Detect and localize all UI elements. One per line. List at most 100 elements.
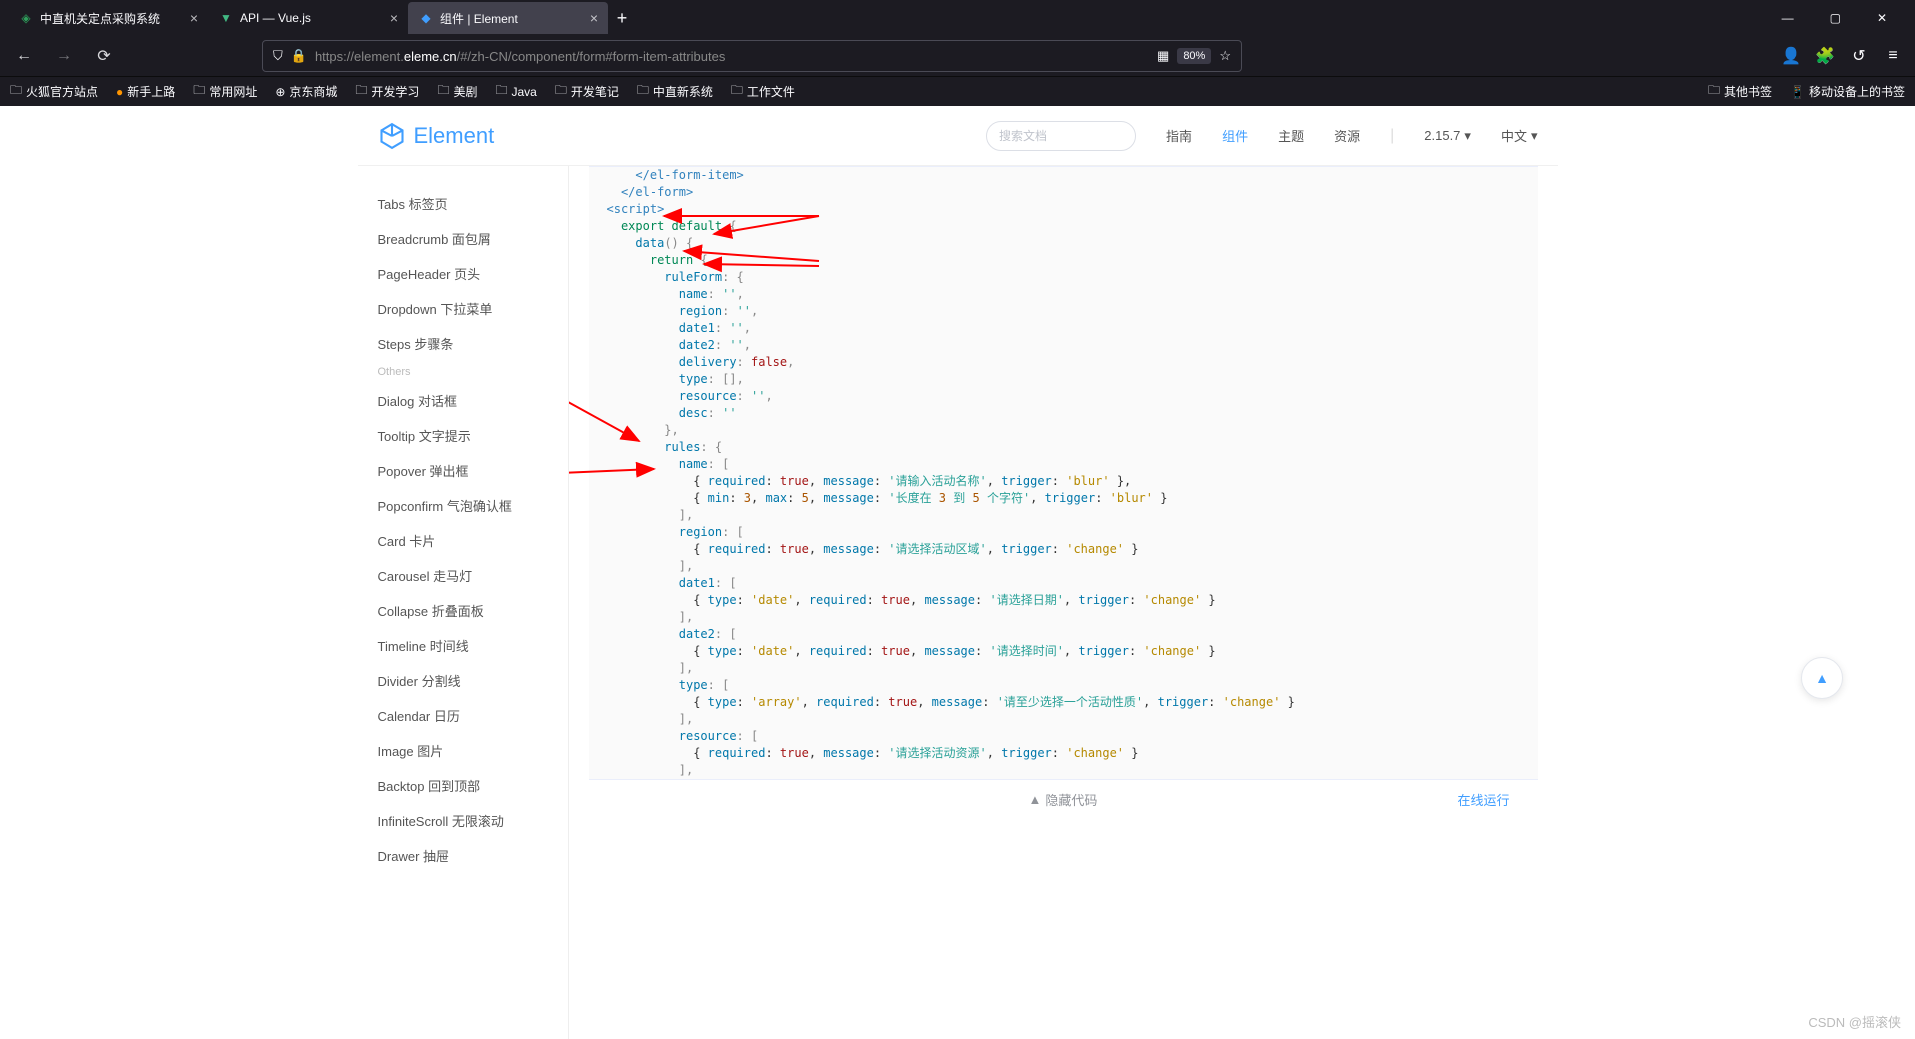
back-to-top-button[interactable]: ▲ [1801, 657, 1843, 699]
chevron-down-icon: ▾ [1464, 128, 1471, 144]
tab-0[interactable]: ◈ 中直机关定点采购系统 × [8, 2, 208, 34]
tab-favicon-0: ◈ [18, 10, 34, 26]
bookmark-item[interactable]: 🗀开发笔记 [555, 81, 619, 102]
nav-resource[interactable]: 资源 [1334, 126, 1360, 145]
caret-up-icon: ▲ [1029, 792, 1042, 807]
nav-guide[interactable]: 指南 [1166, 126, 1192, 145]
sidebar-item[interactable]: Carousel 走马灯 [358, 558, 568, 593]
caret-up-icon: ▲ [1815, 670, 1829, 686]
shield-icon: ⛉ [273, 48, 283, 64]
code-block: </el-form-item> </el-form> <script> expo… [589, 166, 1538, 779]
sidebar-item[interactable]: InfiniteScroll 无限滚动 [358, 803, 568, 838]
maximize-button[interactable]: ▢ [1822, 7, 1849, 29]
sidebar-group-label: Others [358, 361, 568, 383]
nav-theme[interactable]: 主题 [1278, 126, 1304, 145]
zoom-badge[interactable]: 80% [1177, 48, 1211, 64]
bookmark-item[interactable]: 🗀开发学习 [355, 81, 419, 102]
hide-code-button[interactable]: ▲ 隐藏代码 [1029, 790, 1098, 809]
extensions-icon[interactable]: 🧩 [1813, 44, 1837, 68]
sidebar-item[interactable]: Dropdown 下拉菜单 [358, 291, 568, 326]
watermark: CSDN @摇滚侠 [1808, 1012, 1901, 1031]
tabs-bar: ◈ 中直机关定点采购系统 × ▼ API — Vue.js × ◆ 组件 | E… [0, 0, 1915, 36]
bookmark-item[interactable]: 🗀Java [495, 81, 536, 102]
firefox-icon: ● [116, 85, 123, 99]
bookmark-item[interactable]: 🗀其他书签 [1708, 81, 1772, 102]
reload-button[interactable]: ⟳ [90, 42, 118, 70]
bookmark-item[interactable]: 🗀火狐官方站点 [10, 81, 98, 102]
tab-title: 中直机关定点采购系统 [40, 10, 184, 27]
folder-icon: 🗀 [193, 81, 205, 102]
close-icon[interactable]: × [190, 10, 198, 26]
folder-icon: 🗀 [555, 81, 567, 102]
run-online-button[interactable]: 在线运行 [1457, 790, 1509, 809]
nav-component[interactable]: 组件 [1222, 126, 1248, 145]
sidebar-item[interactable]: Steps 步骤条 [358, 326, 568, 361]
sidebar-item[interactable]: Popconfirm 气泡确认框 [358, 488, 568, 523]
folder-icon: 🗀 [437, 81, 449, 102]
sidebar-item[interactable]: Popover 弹出框 [358, 453, 568, 488]
globe-icon: ⊕ [275, 85, 285, 99]
forward-button[interactable]: → [50, 42, 78, 70]
address-bar: ← → ⟳ ⛉ 🔒 https://element.eleme.cn/#/zh-… [0, 36, 1915, 76]
sidebar-item[interactable]: Calendar 日历 [358, 698, 568, 733]
tab-favicon-1: ▼ [218, 10, 234, 26]
close-icon[interactable]: × [590, 10, 598, 26]
sidebar-item[interactable]: Timeline 时间线 [358, 628, 568, 663]
new-tab-button[interactable]: + [608, 4, 636, 32]
folder-icon: 🗀 [355, 81, 367, 102]
account-icon[interactable]: 👤 [1779, 44, 1803, 68]
version-dropdown[interactable]: 2.15.7▾ [1424, 128, 1471, 144]
tab-1[interactable]: ▼ API — Vue.js × [208, 2, 408, 34]
code-footer: ▲ 隐藏代码 在线运行 [589, 779, 1538, 819]
close-icon[interactable]: × [390, 10, 398, 26]
logo-text: Element [414, 123, 495, 149]
sidebar-item[interactable]: Backtop 回到顶部 [358, 768, 568, 803]
element-logo[interactable]: Element [378, 122, 495, 150]
sidebar-item[interactable]: Tooltip 文字提示 [358, 418, 568, 453]
tab-title: API — Vue.js [240, 11, 384, 25]
app-menu-icon[interactable]: ≡ [1881, 44, 1905, 68]
folder-icon: 🗀 [731, 81, 743, 102]
tab-title: 组件 | Element [440, 10, 584, 27]
sidebar-item[interactable]: Breadcrumb 面包屑 [358, 221, 568, 256]
tab-favicon-2: ◆ [418, 10, 434, 26]
chevron-down-icon: ▾ [1531, 128, 1538, 144]
search-input[interactable]: 搜索文档 [986, 121, 1136, 151]
folder-icon: 🗀 [637, 81, 649, 102]
sidebar-item[interactable]: Image 图片 [358, 733, 568, 768]
sidebar-item[interactable]: Dialog 对话框 [358, 383, 568, 418]
browser-chrome: ◈ 中直机关定点采购系统 × ▼ API — Vue.js × ◆ 组件 | E… [0, 0, 1915, 106]
back-button[interactable]: ← [10, 42, 38, 70]
logo-icon [378, 122, 406, 150]
tab-2[interactable]: ◆ 组件 | Element × [408, 2, 608, 34]
sidebar-item[interactable]: Tabs 标签页 [358, 186, 568, 221]
url-input[interactable]: ⛉ 🔒 https://element.eleme.cn/#/zh-CN/com… [262, 40, 1242, 72]
lang-dropdown[interactable]: 中文▾ [1501, 126, 1538, 145]
bookmark-bar: 🗀火狐官方站点 ●新手上路 🗀常用网址 ⊕京东商城 🗀开发学习 🗀美剧 🗀Jav… [0, 76, 1915, 106]
main-content: </el-form-item> </el-form> <script> expo… [568, 166, 1558, 1039]
bookmark-item[interactable]: 🗀中直新系统 [637, 81, 713, 102]
bookmark-item[interactable]: ●新手上路 [116, 83, 175, 100]
folder-icon: 🗀 [1708, 81, 1720, 102]
url-text: https://element.eleme.cn/#/zh-CN/compone… [315, 49, 1149, 64]
close-window-button[interactable]: ✕ [1869, 7, 1895, 29]
bookmark-item[interactable]: 🗀常用网址 [193, 81, 257, 102]
minimize-button[interactable]: — [1774, 7, 1802, 29]
library-icon[interactable]: ↺ [1847, 44, 1871, 68]
mobile-icon: 📱 [1790, 85, 1805, 99]
bookmark-item[interactable]: 🗀工作文件 [731, 81, 795, 102]
bookmark-item[interactable]: 🗀美剧 [437, 81, 477, 102]
folder-icon: 🗀 [495, 81, 507, 102]
bookmark-star-icon[interactable]: ☆ [1219, 48, 1231, 64]
sidebar-item[interactable]: Card 卡片 [358, 523, 568, 558]
sidebar-item[interactable]: Drawer 抽屉 [358, 838, 568, 873]
sidebar-item[interactable]: Divider 分割线 [358, 663, 568, 698]
bookmark-item[interactable]: 📱移动设备上的书签 [1790, 83, 1905, 100]
sidebar-item[interactable]: PageHeader 页头 [358, 256, 568, 291]
window-controls: — ▢ ✕ [1774, 7, 1907, 29]
bookmark-item[interactable]: ⊕京东商城 [275, 83, 337, 100]
sidebar-item[interactable]: Collapse 折叠面板 [358, 593, 568, 628]
sidebar[interactable]: Tabs 标签页 Breadcrumb 面包屑 PageHeader 页头 Dr… [358, 166, 568, 1039]
qr-icon[interactable]: ▦ [1157, 48, 1169, 64]
page-body: Element 搜索文档 指南 组件 主题 资源 | 2.15.7▾ 中文▾ T… [0, 106, 1915, 1039]
